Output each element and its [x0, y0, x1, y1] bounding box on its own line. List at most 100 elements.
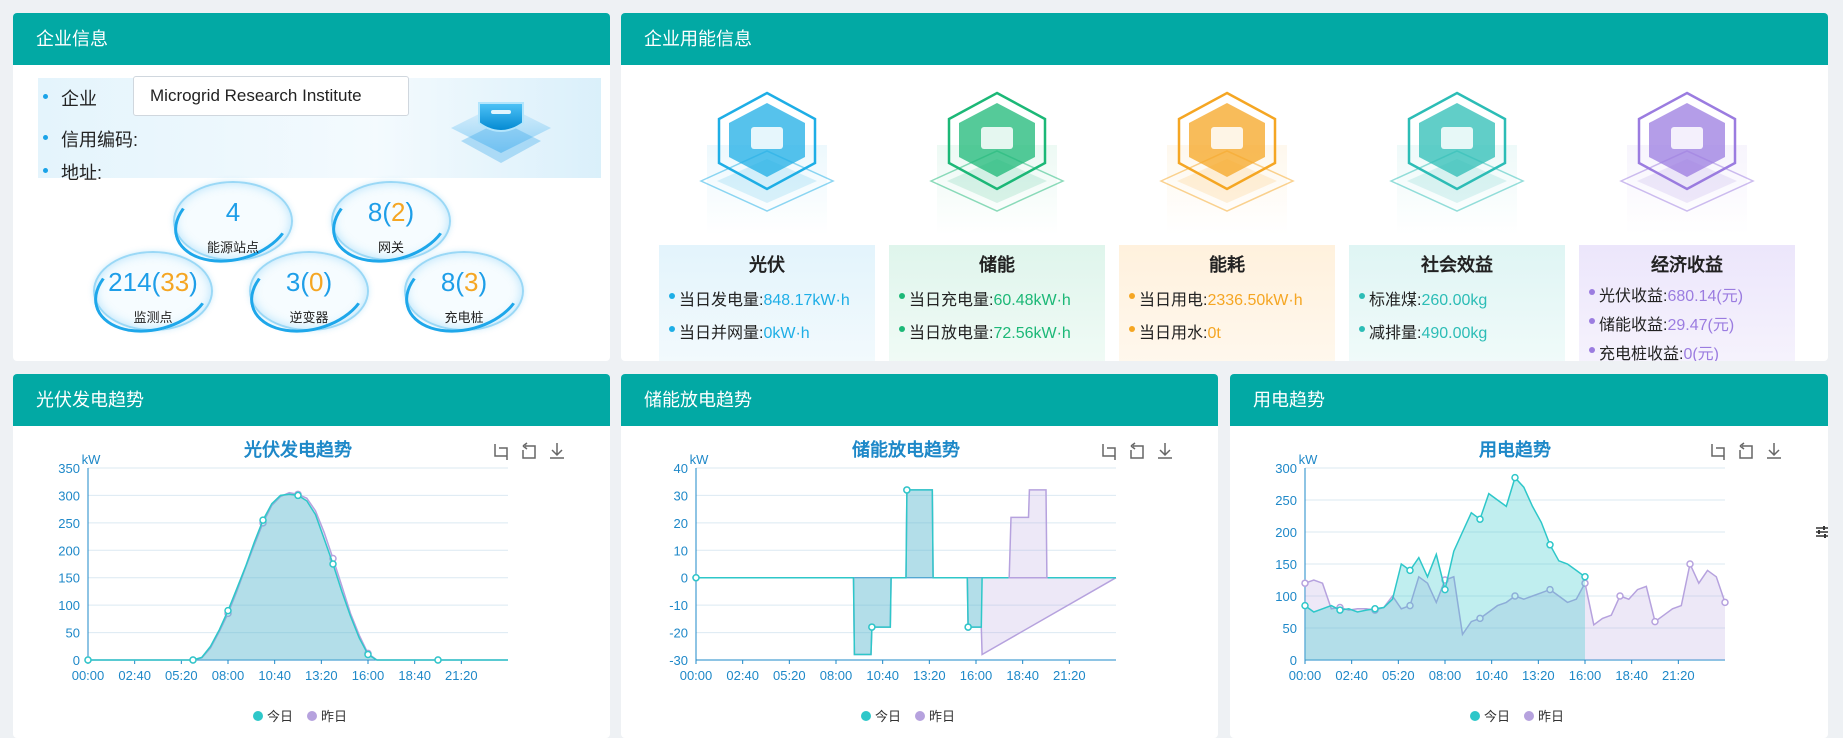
company-info-panel: 企业信息 企业 Microgrid Research Institute 信用编…	[13, 13, 610, 361]
zoom-reset-icon[interactable]	[1739, 442, 1753, 459]
zoom-reset-icon[interactable]	[522, 442, 536, 459]
stat-label: 逆变器	[289, 310, 329, 325]
stat-count: 8	[367, 197, 383, 227]
series-line	[696, 489, 1116, 656]
panel-title: 用电趋势	[1230, 374, 1828, 426]
data-point	[1651, 617, 1659, 626]
series-area	[88, 494, 508, 660]
energy-metric: 当日发电量:848.17kW·h	[659, 286, 875, 310]
y-tick-label: 20	[674, 516, 688, 531]
chart-legend: 今日 昨日	[1470, 709, 1564, 724]
data-point	[329, 560, 337, 568]
x-tick-label: 13:20	[305, 668, 338, 683]
data-point	[1546, 541, 1554, 549]
panel-title: 光伏发电趋势	[13, 374, 610, 426]
legend-item-yesterday[interactable]: 昨日	[1524, 709, 1564, 724]
chart-title: 储能放电趋势	[851, 439, 960, 460]
pv-trend-panel: 光伏发电趋势 光伏发电趋势 kW 0 50 100 150 200 250 300 350 00:0…	[13, 374, 610, 738]
settings-sliders-icon[interactable]	[1814, 524, 1830, 540]
y-tick-label: 100	[1275, 589, 1297, 604]
y-tick-label: 10	[674, 543, 688, 558]
chart-legend: 今日 昨日	[253, 709, 347, 724]
zoom-icon[interactable]	[494, 444, 508, 460]
x-tick-label: 08:00	[820, 668, 853, 683]
svg-text:今日: 今日	[267, 709, 293, 724]
download-icon[interactable]	[1767, 443, 1781, 459]
x-tick-label: 13:20	[1522, 668, 1555, 683]
legend-item-yesterday[interactable]: 昨日	[915, 709, 955, 724]
y-tick-label: 150	[58, 571, 80, 586]
bullet-icon	[43, 135, 48, 140]
stat-offline-count: 0	[309, 267, 324, 297]
metric-label: 减排量:	[1369, 325, 1422, 342]
y-tick-label: 250	[1275, 493, 1297, 508]
company-label: 企业	[61, 89, 97, 109]
bullet-icon	[1359, 326, 1365, 332]
metric-label: 当日并网量:	[679, 325, 764, 342]
bullet-icon	[1129, 293, 1135, 299]
download-icon[interactable]	[550, 443, 564, 459]
panel-title: 企业信息	[13, 13, 610, 65]
y-tick-label: 50	[1283, 621, 1297, 636]
data-point	[364, 650, 372, 659]
data-point	[189, 656, 197, 664]
energy-metric: 当日充电量:60.48kW·h	[889, 286, 1105, 310]
usage-trend-panel: 用电趋势 用电趋势 kW 0 50 100 150 200 250 300 00:00 02:40 0…	[1230, 374, 1828, 738]
battery-icon	[929, 91, 1065, 235]
lightning-icon	[1159, 91, 1295, 235]
data-point	[1616, 592, 1624, 600]
bullet-icon	[899, 293, 905, 299]
solar-panel-icon	[699, 91, 835, 235]
metric-value: 490.00kg	[1421, 325, 1488, 342]
metric-value: 72.56kW·h	[993, 325, 1071, 342]
energy-card: 经济收益 光伏收益:680.14(元) 储能收益:29.47(元) 充电桩收益:0(元…	[1579, 245, 1795, 361]
metric-value: 0t	[1207, 325, 1221, 342]
stat-badge: 4 能源站点	[164, 166, 302, 276]
bullet-icon	[899, 326, 905, 332]
legend-item-today[interactable]: 今日	[861, 709, 901, 724]
zoom-icon[interactable]	[1102, 444, 1116, 460]
svg-text:昨日: 昨日	[1538, 709, 1564, 724]
y-tick-label: -20	[669, 626, 688, 641]
storage-trend-chart: 储能放电趋势 kW -30 -20 -10 0 10 20 30 40 00:00 02:40 05:2…	[669, 439, 1172, 724]
legend-item-today[interactable]: 今日	[1470, 709, 1510, 724]
stat-value: 3(0)	[285, 267, 333, 297]
energy-metric: 充电桩收益:0(元)	[1579, 340, 1795, 361]
energy-metric: 储能收益:29.47(元)	[1579, 311, 1795, 335]
svg-text:昨日: 昨日	[321, 709, 347, 724]
svg-text:今日: 今日	[875, 709, 901, 724]
series-area	[1008, 489, 1048, 579]
data-point	[434, 656, 442, 664]
company-name-field[interactable]: Microgrid Research Institute	[133, 76, 409, 116]
legend-item-yesterday[interactable]: 昨日	[307, 709, 347, 724]
x-tick-label: 16:00	[352, 668, 385, 683]
energy-metric: 当日并网量:0kW·h	[659, 319, 875, 343]
y-tick-label: 0	[1290, 653, 1297, 668]
series-area	[1305, 477, 1585, 660]
data-point	[1441, 585, 1449, 594]
stat-badge: 8(2) 网关	[322, 166, 460, 276]
x-tick-label: 10:40	[258, 668, 291, 683]
bullet-icon	[669, 293, 675, 299]
x-tick-label: 02:40	[726, 668, 759, 683]
y-tick-label: 100	[58, 598, 80, 613]
energy-metric: 标准煤:260.00kg	[1349, 286, 1565, 310]
data-point	[964, 623, 972, 631]
data-point	[1686, 560, 1694, 568]
download-icon[interactable]	[1158, 443, 1172, 459]
legend-item-today[interactable]: 今日	[253, 709, 293, 724]
x-tick-label: 08:00	[212, 668, 245, 683]
stat-value: 8(3)	[440, 267, 488, 297]
zoom-reset-icon[interactable]	[1130, 442, 1144, 459]
bullet-icon	[1589, 289, 1595, 295]
stat-value: 214(33)	[108, 267, 198, 297]
energy-card-title: 能耗	[1209, 255, 1245, 275]
zoom-icon[interactable]	[1711, 444, 1725, 460]
energy-card-title: 储能	[979, 255, 1015, 275]
x-tick-label: 21:20	[1662, 668, 1695, 683]
energy-metric: 光伏收益:680.14(元)	[1579, 282, 1795, 306]
bullet-icon	[1589, 347, 1595, 353]
x-tick-label: 13:20	[913, 668, 946, 683]
x-tick-label: 08:00	[1429, 668, 1462, 683]
y-tick-label: 150	[1275, 557, 1297, 572]
